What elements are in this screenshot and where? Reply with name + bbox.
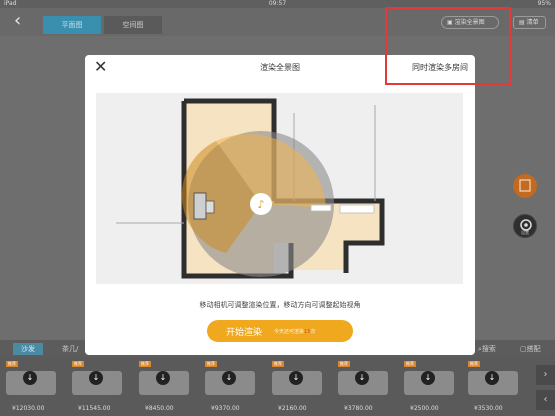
recommend-badge: 推荐	[272, 361, 284, 367]
product-price: ¥11545.00	[78, 405, 111, 412]
product-card[interactable]: 推荐 ↓ ¥3780.00	[336, 361, 392, 415]
product-price: ¥2500.00	[410, 405, 439, 412]
tab-tea-table[interactable]: 茶几/	[62, 344, 78, 354]
list-button[interactable]: ▤ 清单	[513, 16, 546, 29]
device-label: iPad	[4, 0, 17, 7]
settings-fab[interactable]: 设置	[513, 214, 537, 238]
recommend-badge: 推荐	[404, 361, 416, 367]
recommend-badge: 推荐	[72, 361, 84, 367]
product-card[interactable]: 推荐 ↓ ¥12030.00	[4, 361, 60, 415]
list-icon: ▤	[519, 19, 525, 26]
tab-sofa[interactable]: 沙发	[13, 343, 43, 355]
cube-icon	[519, 179, 531, 192]
product-card[interactable]: 推荐 ↓ ¥2500.00	[402, 361, 458, 415]
chevron-right-icon[interactable]: ›	[536, 365, 555, 385]
settings-label: 设置	[521, 230, 529, 235]
search-button[interactable]: ⌕搜索	[478, 344, 496, 354]
render-panorama-dialog: ✕ 渲染全景图 同时渲染多房间 ♪ 移动相机可调整渲染位置，移动方向可调整起始视…	[85, 55, 475, 355]
recommend-badge: 推荐	[205, 361, 217, 367]
product-price: ¥3780.00	[344, 405, 373, 412]
render-fab[interactable]	[513, 174, 537, 198]
quota-prefix: 今天还可渲染	[274, 329, 305, 335]
render-quota: 今天还可渲染15次	[274, 328, 315, 335]
download-icon[interactable]: ↓	[222, 371, 236, 385]
download-icon[interactable]: ↓	[289, 371, 303, 385]
clock: 09:57	[268, 0, 287, 7]
recommend-badge: 推荐	[468, 361, 480, 367]
product-price: ¥9370.00	[211, 405, 240, 412]
floorplan-camera-view[interactable]: ♪	[96, 93, 463, 284]
battery-label: 95%	[537, 0, 551, 7]
instruction-text: 移动相机可调整渲染位置，移动方向可调整起始视角	[199, 301, 361, 309]
match-label: 搭配	[526, 345, 541, 353]
list-label: 清单	[526, 19, 539, 26]
product-price: ¥2160.00	[278, 405, 307, 412]
download-icon[interactable]: ↓	[89, 371, 103, 385]
product-card[interactable]: 推荐 ↓ ¥9370.00	[203, 361, 259, 415]
tab-plan-view[interactable]: 平面图	[43, 16, 101, 34]
tab-space-view[interactable]: 空间图	[104, 16, 162, 34]
start-render-button[interactable]: 开始渲染 今天还可渲染15次	[207, 320, 353, 342]
recommend-badge: 推荐	[6, 361, 18, 367]
highlight-box	[385, 7, 511, 85]
download-icon[interactable]: ↓	[355, 371, 369, 385]
download-icon[interactable]: ↓	[23, 371, 37, 385]
match-button[interactable]: ▢搭配	[520, 344, 541, 354]
product-card[interactable]: 推荐 ↓ ¥2160.00	[270, 361, 326, 415]
product-price: ¥12030.00	[12, 405, 45, 412]
product-card[interactable]: 推荐 ↓ ¥11545.00	[70, 361, 126, 415]
product-card[interactable]: 推荐 ↓ ¥3530.00	[466, 361, 522, 415]
chevron-left-icon[interactable]: ‹	[14, 10, 21, 31]
download-icon[interactable]: ↓	[421, 371, 435, 385]
recommend-badge: 推荐	[139, 361, 151, 367]
match-icon: ▢	[520, 345, 527, 353]
recommend-badge: 推荐	[338, 361, 350, 367]
chevron-left-icon[interactable]: ‹	[536, 390, 555, 410]
floorplan-illustration: ♪	[96, 93, 463, 284]
quota-suffix: 次	[310, 329, 316, 335]
product-card[interactable]: 推荐 ↓ ¥8450.00	[137, 361, 193, 415]
download-icon[interactable]: ↓	[156, 371, 170, 385]
product-price: ¥3530.00	[474, 405, 503, 412]
camera-icon[interactable]: ♪	[257, 198, 264, 211]
start-render-label: 开始渲染	[226, 328, 263, 338]
download-icon[interactable]: ↓	[485, 371, 499, 385]
product-strip: 推荐 ↓ ¥12030.00 推荐 ↓ ¥11545.00 推荐 ↓ ¥8450…	[0, 357, 555, 416]
search-label: 搜索	[481, 345, 496, 353]
product-price: ¥8450.00	[145, 405, 174, 412]
